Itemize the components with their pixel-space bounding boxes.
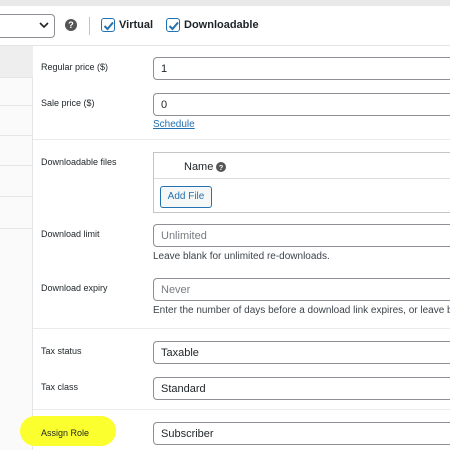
regular-price-input[interactable]: 1 (153, 57, 450, 80)
assign-role-select[interactable]: Subscriber (153, 422, 450, 445)
download-limit-hint: Leave blank for unlimited re-downloads. (153, 251, 330, 262)
downloadable-checkbox[interactable] (166, 18, 180, 32)
divider (89, 17, 90, 35)
checkmark-icon (103, 21, 114, 31)
tax-class-label: Tax class (41, 382, 79, 392)
tab-linked[interactable] (0, 106, 33, 136)
download-expiry-label: Download expiry (41, 283, 108, 293)
download-expiry-input[interactable]: Never (153, 278, 450, 301)
chevron-down-icon (39, 22, 49, 29)
product-type-select[interactable] (0, 14, 55, 38)
downloadable-files-label: Downloadable files (41, 157, 117, 167)
tab-more[interactable] (0, 197, 33, 229)
virtual-label[interactable]: Virtual (119, 19, 153, 31)
tab-attributes[interactable] (0, 136, 33, 166)
add-file-button[interactable]: Add File (160, 186, 212, 208)
svg-text:?: ? (68, 20, 74, 30)
tax-status-label: Tax status (41, 346, 82, 356)
downloadable-label[interactable]: Downloadable (184, 19, 259, 31)
svg-text:?: ? (219, 163, 224, 172)
table-header: Name ? (154, 153, 450, 179)
download-limit-input[interactable]: Unlimited (153, 224, 450, 247)
section-divider (33, 328, 450, 329)
section-divider (33, 409, 450, 410)
assign-role-label: Assign Role (41, 428, 90, 438)
name-column-header: Name (184, 161, 214, 173)
regular-price-label: Regular price ($) (41, 62, 109, 72)
checkmark-icon (168, 21, 179, 31)
sale-price-label: Sale price ($) (41, 98, 95, 108)
downloadable-files-table: Name ? Add File (153, 152, 450, 213)
section-divider (33, 139, 450, 140)
product-data-header: ? Virtual Downloadable (0, 0, 450, 46)
question-circle-icon[interactable]: ? (216, 162, 226, 172)
virtual-checkbox[interactable] (101, 18, 115, 32)
tab-inventory[interactable] (0, 78, 33, 106)
product-data-tabs (0, 46, 33, 450)
tab-general[interactable] (0, 46, 33, 78)
top-edge (0, 0, 450, 6)
tax-class-select[interactable]: Standard (153, 377, 450, 400)
sale-price-input[interactable]: 0 (153, 93, 450, 116)
tab-advanced[interactable] (0, 166, 33, 197)
download-expiry-hint: Enter the number of days before a downlo… (153, 305, 450, 316)
question-circle-icon[interactable]: ? (65, 19, 77, 31)
schedule-link[interactable]: Schedule (153, 119, 195, 130)
tax-status-select[interactable]: Taxable (153, 341, 450, 364)
download-limit-label: Download limit (41, 229, 100, 239)
